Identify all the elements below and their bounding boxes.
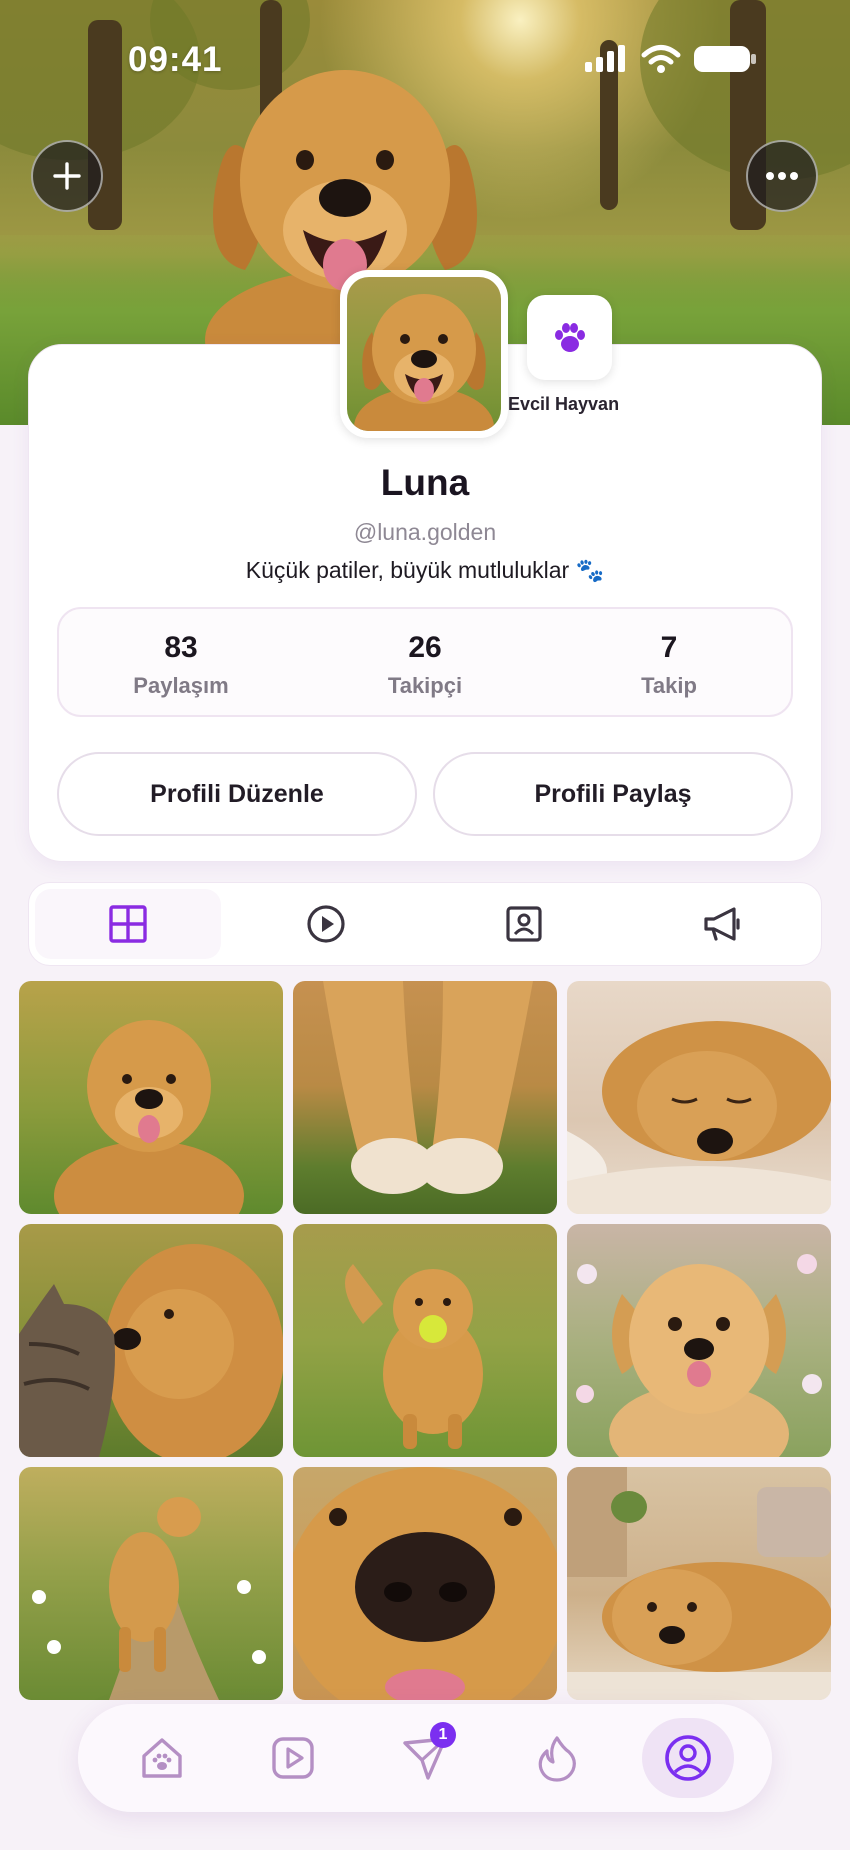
photo-tile[interactable] [567, 981, 831, 1214]
nav-messages[interactable]: 1 [379, 1718, 471, 1798]
stat-posts[interactable]: 83 Paylaşım [59, 609, 303, 715]
nav-videos[interactable] [247, 1718, 339, 1798]
nav-profile[interactable] [642, 1718, 735, 1798]
avatar[interactable] [340, 270, 508, 438]
nav-home[interactable] [116, 1718, 208, 1798]
photo-tile[interactable] [293, 1467, 557, 1700]
photo-tile[interactable] [19, 981, 283, 1214]
photo-tile[interactable] [19, 1224, 283, 1457]
dog-paws-illustration [323, 981, 533, 1194]
tab-grid[interactable] [35, 889, 221, 959]
battery-icon [694, 46, 756, 72]
dog-sitting-illustration [54, 1020, 244, 1214]
photo-grid [19, 981, 832, 1700]
tab-tagged[interactable] [431, 889, 617, 959]
puppy-flowers-illustration [576, 1254, 822, 1457]
profile-handle: @luna.golden [353, 519, 497, 545]
status-icons [583, 44, 757, 74]
megaphone-icon [704, 907, 740, 941]
profile-icon [665, 1735, 711, 1781]
stat-followers-value: 26 [408, 631, 442, 664]
dog-nose-closeup-illustration [293, 1467, 557, 1700]
stat-followers[interactable]: 26 Takipçi [303, 609, 547, 715]
grid-icon [109, 905, 147, 943]
photo-tile[interactable] [567, 1224, 831, 1457]
tab-promotions[interactable] [629, 889, 815, 959]
play-circle-icon [307, 905, 345, 943]
stat-posts-label: Paylaşım [133, 673, 229, 698]
nav-trending[interactable] [511, 1718, 603, 1798]
stat-following[interactable]: 7 Takip [547, 609, 791, 715]
dog-path-illustration [32, 1497, 266, 1700]
tab-videos[interactable] [233, 889, 419, 959]
add-button[interactable] [31, 140, 103, 212]
dog-sleeping-illustration [567, 1021, 831, 1214]
stat-following-value: 7 [660, 631, 678, 664]
status-bar: 09:41 [0, 0, 850, 120]
avatar-dog-illustration [354, 294, 494, 431]
photo-tile[interactable] [293, 1224, 557, 1457]
more-dots-icon [766, 172, 798, 180]
stat-following-label: Takip [641, 673, 697, 698]
dog-running-illustration [345, 1264, 483, 1449]
stat-followers-label: Takipçi [387, 673, 463, 698]
dog-lying-indoor-illustration [567, 1467, 831, 1700]
wifi-icon [641, 45, 681, 73]
profile-bio: Küçük patiler, büyük mutluluklar 🐾 [245, 557, 605, 583]
status-time: 09:41 [128, 40, 223, 79]
paw-icon [554, 322, 585, 352]
messages-badge: 1 [429, 1722, 456, 1748]
pet-category-label: Evcil Hayvan [508, 394, 620, 414]
content-tabs [28, 882, 822, 966]
stat-posts-value: 83 [164, 631, 198, 664]
photo-tile[interactable] [567, 1467, 831, 1700]
more-options-button[interactable] [746, 140, 818, 212]
bottom-navigation: 1 [78, 1704, 772, 1812]
photo-tile[interactable] [293, 981, 557, 1214]
flame-icon [538, 1736, 576, 1782]
tagged-portrait-icon [506, 906, 542, 942]
profile-name: Luna [380, 462, 470, 503]
stats-panel: 83 Paylaşım 26 Takipçi 7 Takip [57, 607, 793, 717]
edit-profile-button[interactable]: Profili Düzenle [57, 752, 417, 836]
dog-and-cat-illustration [19, 1244, 283, 1457]
photo-tile[interactable] [19, 1467, 283, 1700]
home-paw-icon [142, 1738, 182, 1778]
signal-icon [585, 45, 625, 72]
pet-category-badge[interactable] [527, 295, 612, 380]
play-icon [272, 1737, 315, 1779]
plus-icon [53, 162, 81, 190]
share-profile-button[interactable]: Profili Paylaş [433, 752, 793, 836]
